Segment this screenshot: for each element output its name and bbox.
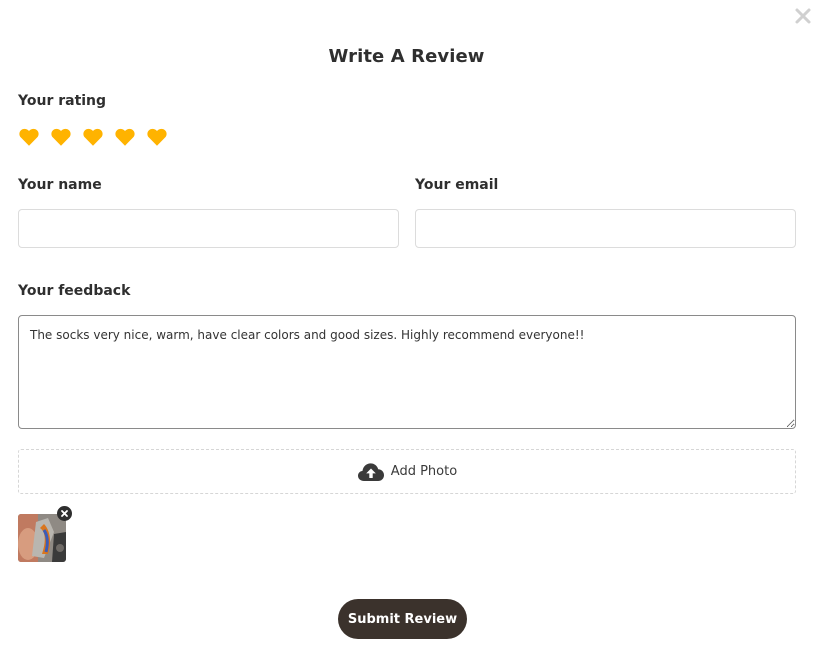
feedback-label: Your feedback <box>18 283 131 299</box>
close-icon <box>795 8 811 24</box>
modal-title: Write A Review <box>328 46 485 67</box>
rating-label: Your rating <box>18 93 107 109</box>
heart-icon[interactable] <box>114 126 136 148</box>
add-photo-button[interactable]: Add Photo <box>18 449 796 494</box>
close-button[interactable] <box>793 6 813 26</box>
heart-icon[interactable] <box>82 126 104 148</box>
cloud-upload-icon <box>357 462 384 481</box>
email-label: Your email <box>415 177 499 193</box>
add-photo-label: Add Photo <box>390 464 458 479</box>
email-input[interactable] <box>415 209 796 248</box>
submit-review-button[interactable]: Submit Review <box>338 599 467 639</box>
feedback-textarea[interactable] <box>18 315 796 429</box>
photo-thumbnail <box>18 514 66 562</box>
heart-icon[interactable] <box>18 126 40 148</box>
heart-icon[interactable] <box>146 126 168 148</box>
name-label: Your name <box>18 177 102 193</box>
remove-photo-button[interactable] <box>57 506 72 521</box>
heart-icon[interactable] <box>50 126 72 148</box>
remove-photo-icon <box>57 506 72 521</box>
rating-hearts <box>18 126 168 150</box>
name-input[interactable] <box>18 209 399 248</box>
